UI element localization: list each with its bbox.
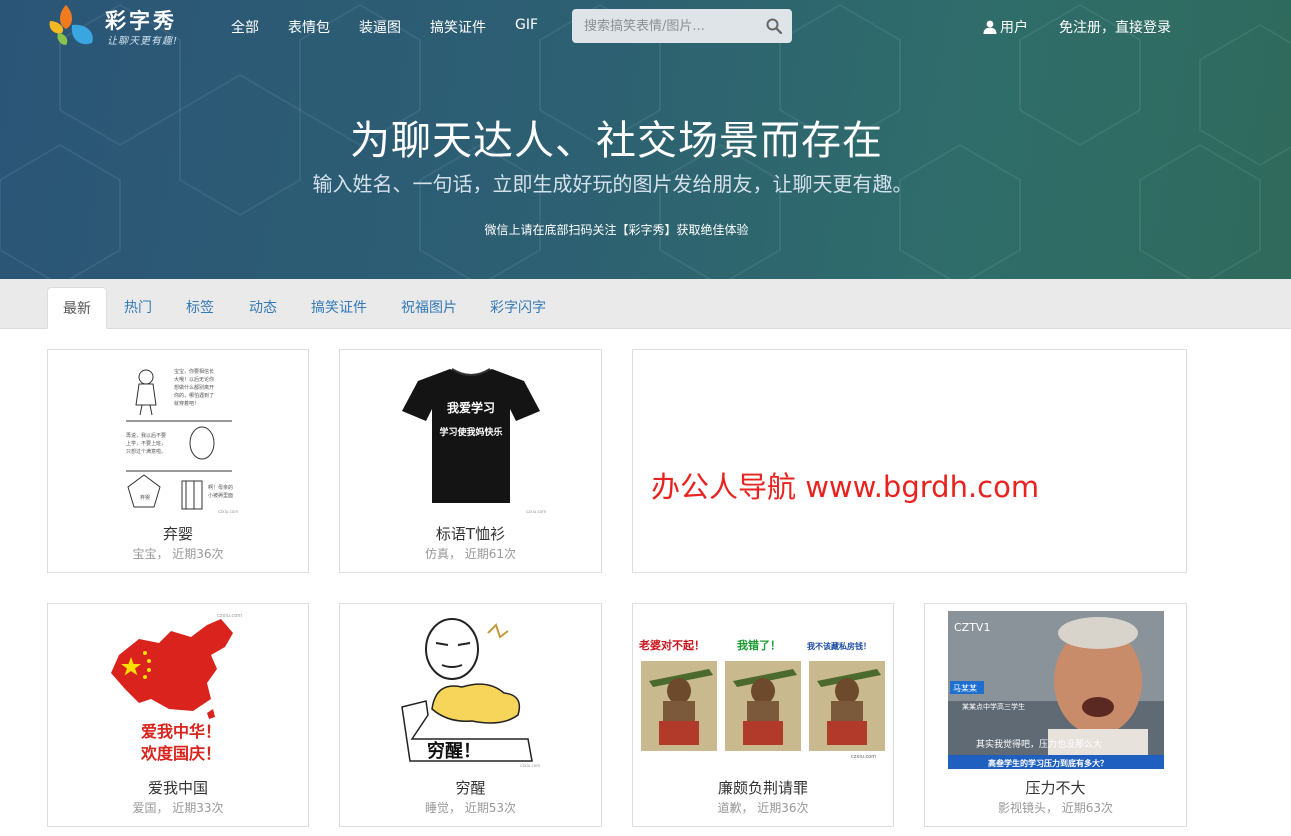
login-link[interactable]: 免注册，直接登录 bbox=[1059, 17, 1171, 37]
card-meta: 爱国， 近期33次 bbox=[132, 801, 224, 815]
nav-item-all[interactable]: 全部 bbox=[231, 17, 259, 37]
card-thumbnail: 我爱学习 学习使我妈快乐 czxiu.com bbox=[391, 357, 550, 515]
card-thumbnail: 宝宝，你要相信长 大哦！以后无论你 想做什么都别离开 你的，哪怕遇到了 就穿着吧… bbox=[114, 357, 242, 515]
channel-logo: CZTV1 bbox=[954, 621, 990, 634]
watermark: czxiu.com bbox=[520, 763, 540, 768]
svg-text:弃婴: 弃婴 bbox=[140, 494, 150, 501]
hero-banner: 彩字秀 让聊天更有趣! 全部 表情包 装逼图 搞笑证件 GIF 用户 免注册，直… bbox=[0, 0, 1291, 279]
search-box bbox=[572, 9, 792, 43]
nav-item-show-off[interactable]: 装逼图 bbox=[359, 17, 401, 37]
panel-2-image bbox=[725, 661, 801, 751]
name-tag: 马某某 bbox=[953, 684, 977, 693]
tab-tags[interactable]: 标签 bbox=[175, 287, 225, 329]
card-title[interactable]: 爱我中国 bbox=[48, 777, 308, 798]
svg-text:上学，不要上班，: 上学，不要上班， bbox=[126, 440, 166, 447]
svg-text:啊！母亲的: 啊！母亲的 bbox=[208, 484, 233, 491]
card-apology[interactable]: 老婆对不起！ 我错了！ 我不该藏私房钱！ czxiu.com 廉颇负荆请罪 道歉… bbox=[632, 603, 894, 827]
card-meta: 宝宝， 近期36次 bbox=[132, 547, 224, 561]
hero-subtitle: 输入姓名、一句话，立即生成好玩的图片发给朋友，让聊天更有趣。 bbox=[312, 172, 913, 196]
nav-item-funny-cert[interactable]: 搞笑证件 bbox=[430, 17, 486, 37]
card-title[interactable]: 标语T恤衫 bbox=[340, 523, 601, 544]
news-banner: 高叁学生的学习压力到底有多大？ bbox=[988, 758, 1108, 768]
tab-latest[interactable]: 最新 bbox=[47, 287, 107, 329]
svg-text:宝宝，你要相信长: 宝宝，你要相信长 bbox=[174, 368, 214, 375]
card-line-1: 爱我中华！ bbox=[141, 722, 221, 741]
panel-1-image bbox=[641, 661, 717, 751]
navbar: 彩字秀 让聊天更有趣! 全部 表情包 装逼图 搞笑证件 GIF 用户 免注册，直… bbox=[0, 0, 1291, 52]
svg-text:就穿着吧！: 就穿着吧！ bbox=[174, 400, 199, 407]
search-input[interactable] bbox=[572, 9, 762, 43]
card-slogan-tshirt[interactable]: 我爱学习 学习使我妈快乐 czxiu.com 标语T恤衫 仿真， 近期61次 bbox=[339, 349, 602, 573]
user-menu[interactable]: 用户 bbox=[983, 17, 1028, 37]
card-thumbnail: 穷醒！ czxiu.com bbox=[391, 611, 550, 769]
card-meta: 睡觉， 近期53次 bbox=[424, 801, 517, 815]
tab-activity[interactable]: 动态 bbox=[238, 287, 288, 329]
card-poor-awake[interactable]: 穷醒！ czxiu.com 穷醒 睡觉， 近期53次 bbox=[339, 603, 602, 827]
brand-slogan: 让聊天更有趣! bbox=[107, 36, 179, 47]
card-caption: 穷醒！ bbox=[427, 740, 481, 762]
nav-item-gif[interactable]: GIF bbox=[515, 17, 538, 37]
card-title[interactable]: 穷醒 bbox=[340, 777, 601, 798]
svg-text:你的，哪怕遇到了: 你的，哪怕遇到了 bbox=[174, 392, 214, 399]
card-title[interactable]: 弃婴 bbox=[48, 523, 308, 544]
category-tabs: 最新 热门 标签 动态 搞笑证件 祝福图片 彩字闪字 bbox=[0, 279, 1291, 329]
card-thumbnail: 老婆对不起！ 我错了！ 我不该藏私房钱！ czxiu.com bbox=[639, 611, 887, 761]
ad-text[interactable]: 办公人导航 www.bgrdh.com bbox=[651, 464, 1039, 506]
card-thumbnail: 爱我中华！ 欢度国庆！ czxiu.com bbox=[99, 611, 257, 769]
watermark: czxiu.com bbox=[218, 509, 238, 514]
shirt-line-2: 学习使我妈快乐 bbox=[439, 426, 502, 438]
tab-blessing[interactable]: 祝福图片 bbox=[392, 287, 466, 329]
hero-title: 为聊天达人、社交场景而存在 bbox=[350, 118, 883, 164]
subtitle-line-2: 其实我觉得吧，压力也没那么大 bbox=[976, 738, 1102, 750]
shirt-line-1: 我爱学习 bbox=[446, 400, 494, 415]
svg-text:小被褥里面: 小被褥里面 bbox=[208, 492, 233, 499]
ad-banner[interactable]: 办公人导航 www.bgrdh.com bbox=[632, 349, 1187, 573]
svg-text:只想过个满意啦。: 只想过个满意啦。 bbox=[126, 448, 166, 455]
card-meta: 仿真， 近期61次 bbox=[424, 547, 517, 561]
svg-text:再说，我以后不要: 再说，我以后不要 bbox=[126, 432, 166, 439]
subtitle-line-1: 某某点中学高三学生 bbox=[962, 702, 1025, 711]
panel-3-image bbox=[809, 661, 885, 751]
card-title[interactable]: 廉颇负荆请罪 bbox=[633, 777, 893, 798]
svg-text:大哦！以后无论你: 大哦！以后无论你 bbox=[174, 376, 214, 383]
tab-flash-text[interactable]: 彩字闪字 bbox=[481, 287, 555, 329]
card-love-china[interactable]: 爱我中华！ 欢度国庆！ czxiu.com 爱我中国 爱国， 近期33次 bbox=[47, 603, 309, 827]
nav-item-emoji[interactable]: 表情包 bbox=[288, 17, 330, 37]
card-abandoned-baby[interactable]: 宝宝，你要相信长 大哦！以后无论你 想做什么都别离开 你的，哪怕遇到了 就穿着吧… bbox=[47, 349, 309, 573]
search-icon[interactable] bbox=[766, 18, 782, 34]
card-line-2: 欢度国庆！ bbox=[140, 744, 221, 763]
watermark: czxiu.com bbox=[851, 754, 876, 760]
tab-funny-cert[interactable]: 搞笑证件 bbox=[302, 287, 376, 329]
card-title[interactable]: 压力不大 bbox=[925, 777, 1186, 798]
hero-note: 微信上请在底部扫码关注【彩字秀】获取绝佳体验 bbox=[484, 223, 749, 237]
watermark: czxiu.com bbox=[217, 613, 242, 619]
tab-popular[interactable]: 热门 bbox=[113, 287, 163, 329]
panel-2-text: 我错了！ bbox=[737, 638, 781, 652]
user-icon bbox=[983, 20, 997, 34]
brand-name: 彩字秀 bbox=[105, 9, 177, 33]
brand-logo[interactable]: 彩字秀 让聊天更有趣! bbox=[44, 3, 194, 49]
card-meta: 道歉， 近期36次 bbox=[717, 801, 809, 815]
card-thumbnail: CZTV1 马某某 某某点中学高三学生 其实我觉得吧，压力也没那么大 高叁学生的… bbox=[947, 611, 1164, 769]
logo-drops-icon bbox=[49, 5, 93, 45]
panel-3-text: 我不该藏私房钱！ bbox=[807, 641, 871, 651]
svg-text:想做什么都别离开: 想做什么都别离开 bbox=[174, 384, 214, 391]
card-no-pressure[interactable]: CZTV1 马某某 某某点中学高三学生 其实我觉得吧，压力也没那么大 高叁学生的… bbox=[924, 603, 1187, 827]
user-label: 用户 bbox=[1000, 20, 1028, 36]
main-nav: 全部 表情包 装逼图 搞笑证件 GIF bbox=[231, 17, 567, 37]
panel-1-text: 老婆对不起！ bbox=[639, 638, 705, 652]
card-meta: 影视镜头， 近期63次 bbox=[997, 801, 1114, 815]
watermark: czxiu.com bbox=[526, 509, 546, 514]
